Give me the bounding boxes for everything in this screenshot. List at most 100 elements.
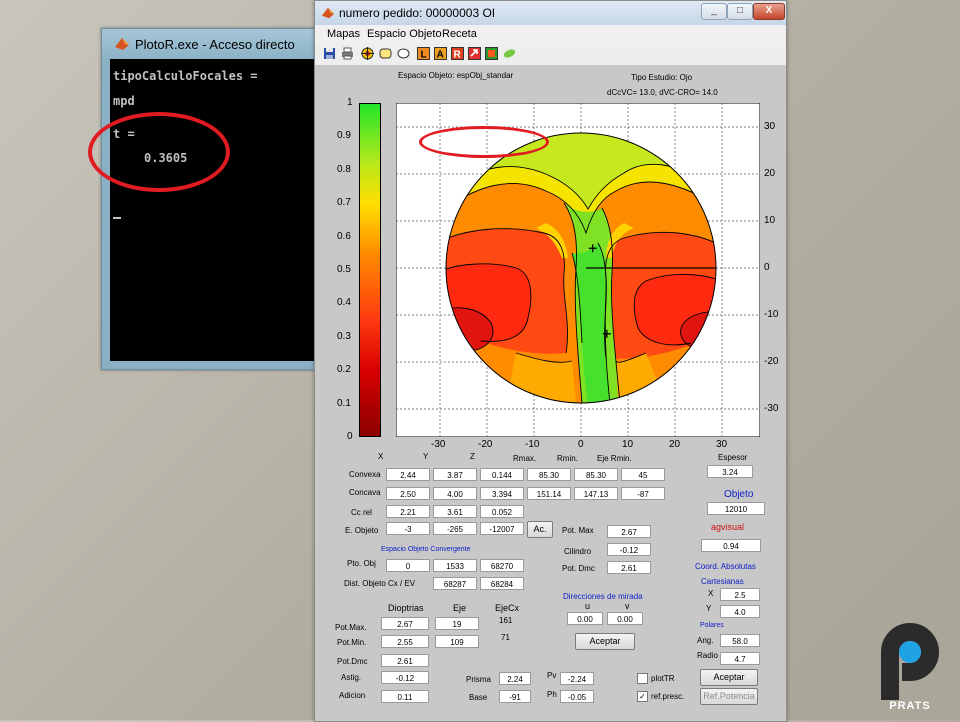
menu-receta[interactable]: Receta	[442, 28, 477, 40]
colorbar-tick-label: 0.9	[337, 130, 351, 142]
refpresc-checkbox[interactable]: ✓	[637, 691, 648, 702]
concava-rmin[interactable]: 147.13	[574, 487, 618, 500]
close-button[interactable]: X	[753, 3, 785, 20]
row-label: E. Objeto	[345, 526, 379, 535]
menu-espacio-objeto[interactable]: Espacio Objeto	[367, 28, 442, 40]
pot-max2-diop[interactable]: 2.67	[381, 617, 429, 630]
pot-dmc2-field[interactable]: 2.61	[381, 654, 429, 667]
y-tick-label: 0	[764, 262, 770, 273]
console-output[interactable]: tipoCalculoFocales = mpd t = 0.3605	[110, 59, 318, 361]
prats-brand: PRATS	[889, 700, 931, 712]
pto-obj-label: Pto. Obj	[347, 559, 376, 568]
dist-cx[interactable]: 68287	[433, 577, 477, 590]
pto-obj-y[interactable]: 1533	[433, 559, 477, 572]
ccrel-z[interactable]: 0.052	[480, 505, 524, 518]
convexa-rmin[interactable]: 85.30	[574, 468, 618, 481]
frame-icon[interactable]	[379, 47, 392, 60]
save-icon[interactable]	[323, 47, 336, 60]
astig-field[interactable]: -0.12	[381, 671, 429, 684]
console-window: PlotoR.exe - Acceso directo tipoCalculoF…	[101, 28, 319, 370]
convexa-rmax[interactable]: 85.30	[527, 468, 571, 481]
eobjeto-x[interactable]: -3	[386, 522, 430, 535]
minimize-button[interactable]: _	[701, 3, 727, 20]
y-field[interactable]: 4.0	[720, 605, 760, 618]
concava-y[interactable]: 4.00	[433, 487, 477, 500]
figure-window: numero pedido: 00000003 OI _ □ X Mapas E…	[314, 0, 787, 722]
concava-eje[interactable]: -87	[621, 487, 665, 500]
print-icon[interactable]	[341, 47, 354, 60]
eobjeto-y[interactable]: -265	[433, 522, 477, 535]
convexa-eje[interactable]: 45	[621, 468, 665, 481]
toolbar: L A R	[315, 43, 786, 66]
convexa-y[interactable]: 3.87	[433, 468, 477, 481]
convexa-z[interactable]: 0.144	[480, 468, 524, 481]
dist-label: Dist. Objeto Cx / EV	[344, 579, 416, 588]
concava-rmax[interactable]: 151.14	[527, 487, 571, 500]
r-icon[interactable]: R	[451, 47, 464, 60]
pto-obj-z[interactable]: 68270	[480, 559, 524, 572]
v-field[interactable]: 0.00	[607, 612, 643, 625]
concava-x[interactable]: 2.50	[386, 487, 430, 500]
pv-label: Pv	[547, 671, 557, 680]
ph-label: Ph	[547, 690, 557, 699]
target-icon[interactable]	[361, 47, 374, 60]
y-tick-label: 30	[764, 121, 776, 132]
arrow-icon[interactable]	[468, 47, 481, 60]
colorbar-tick-label: 0.4	[337, 297, 351, 309]
console-titlebar[interactable]: PlotoR.exe - Acceso directo	[102, 29, 318, 59]
pto-obj-x[interactable]: 0	[386, 559, 430, 572]
row-label: Cc rel	[351, 508, 372, 517]
pot-max-field[interactable]: 2.67	[607, 525, 651, 538]
cilindro-field[interactable]: -0.12	[607, 543, 651, 556]
pot-min-diop[interactable]: 2.55	[381, 635, 429, 648]
x-field[interactable]: 2.5	[720, 588, 760, 601]
l-icon[interactable]: L	[417, 47, 430, 60]
aceptar-coord-button[interactable]: Aceptar	[700, 669, 758, 686]
prisma-field[interactable]: 2.24	[499, 672, 531, 685]
figure-titlebar[interactable]: numero pedido: 00000003 OI _ □ X	[315, 1, 786, 25]
objeto-field[interactable]: 12010	[707, 502, 765, 515]
radio-field[interactable]: 4.7	[720, 652, 760, 665]
colorbar-tick-label: 0.1	[337, 397, 351, 409]
ph-field[interactable]: -0.05	[560, 690, 594, 703]
convexa-x[interactable]: 2.44	[386, 468, 430, 481]
menu-mapas[interactable]: Mapas	[327, 28, 360, 40]
pot-min-eje[interactable]: 109	[435, 635, 479, 648]
base-field[interactable]: -91	[499, 690, 531, 703]
y-tick-label: -30	[764, 403, 779, 414]
adicion-field[interactable]: 0.11	[381, 690, 429, 703]
cilindro-label: Cilindro	[564, 547, 592, 556]
svg-text:A: A	[437, 50, 444, 61]
ang-field[interactable]: 58.0	[720, 634, 760, 647]
dist-ev[interactable]: 68284	[480, 577, 524, 590]
pot-max2-eje[interactable]: 19	[435, 617, 479, 630]
plottr-label: plotTR	[651, 674, 675, 683]
leaf-icon[interactable]	[503, 47, 516, 60]
ccrel-y[interactable]: 3.61	[433, 505, 477, 518]
espesor-label: Espesor	[718, 453, 748, 462]
ccrel-x[interactable]: 2.21	[386, 505, 430, 518]
y-label: Y	[706, 604, 712, 613]
ref-potencia-button[interactable]: Ref.Potencia	[700, 688, 758, 705]
eobjeto-z[interactable]: -12007	[480, 522, 524, 535]
figure-title: numero pedido: 00000003 OI	[339, 6, 496, 20]
pot-dmc-field[interactable]: 2.61	[607, 561, 651, 574]
grid-icon[interactable]	[485, 47, 498, 60]
base-label: Base	[469, 693, 488, 702]
concava-z[interactable]: 3.394	[480, 487, 524, 500]
ellipse-icon[interactable]	[397, 47, 410, 60]
pv-field[interactable]: -2.24	[560, 672, 594, 685]
ac-button[interactable]: Ac.	[527, 521, 553, 538]
y-tick-label: -10	[764, 309, 779, 320]
u-field[interactable]: 0.00	[567, 612, 603, 625]
study-type: Tipo Estudio: Ojo	[631, 73, 693, 82]
a-icon[interactable]: A	[434, 47, 447, 60]
y-tick-label: -20	[764, 356, 779, 367]
console-title: PlotoR.exe - Acceso directo	[135, 37, 295, 52]
espesor-field[interactable]: 3.24	[707, 465, 753, 478]
plottr-checkbox[interactable]	[637, 673, 648, 684]
annotation-ellipse	[88, 112, 230, 192]
agvisual-field[interactable]: 0.94	[701, 539, 761, 552]
maximize-button[interactable]: □	[727, 3, 753, 20]
aceptar-dirs-button[interactable]: Aceptar	[575, 633, 635, 650]
